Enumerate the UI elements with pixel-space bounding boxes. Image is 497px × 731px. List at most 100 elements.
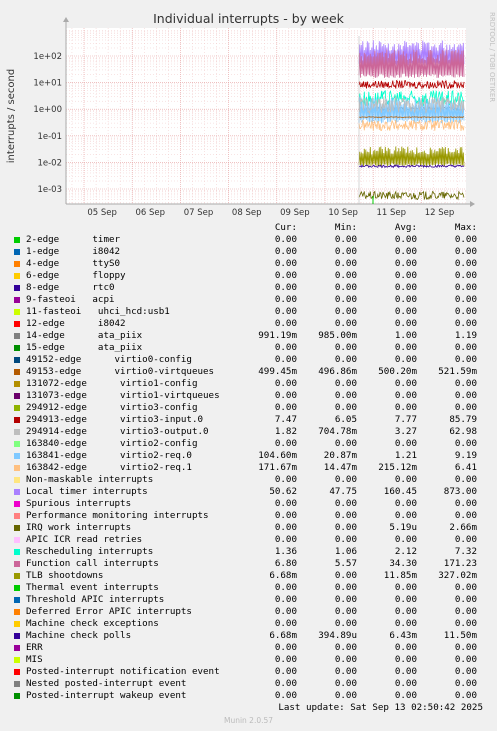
- legend-swatch: [14, 609, 20, 615]
- legend-series-name: 131073-edge virtio1-virtqueues: [26, 390, 220, 401]
- legend-series-name: Rescheduling interrupts: [26, 546, 154, 557]
- legend-series-name: IRQ work interrupts: [26, 522, 132, 533]
- legend-value-max: 6.41: [454, 462, 477, 473]
- legend-value-max: 0.00: [454, 666, 477, 677]
- legend-series-name: 2-edge timer: [26, 234, 121, 245]
- legend-value-max: 0.00: [454, 378, 477, 389]
- legend-series-name: Machine check exceptions: [26, 618, 159, 629]
- legend-value-max: 7.32: [454, 546, 477, 557]
- y-tick-label: 1e-03: [37, 185, 62, 195]
- legend-value-max: 873.00: [443, 486, 477, 497]
- legend-value-max: 1.19: [454, 330, 477, 341]
- legend-swatch: [14, 405, 20, 411]
- y-tick-label: 1e+02: [33, 52, 62, 62]
- legend-swatch: [14, 537, 20, 543]
- legend-swatch: [14, 381, 20, 387]
- x-tick-label: 07 Sep: [184, 208, 214, 218]
- legend-series-name: 49152-edge virtio0-config: [26, 354, 192, 365]
- legend-value-max: 0.00: [454, 234, 477, 245]
- legend-swatch: [14, 429, 20, 435]
- legend-value-max: 0.00: [454, 474, 477, 485]
- legend-series-name: 131072-edge virtio1-config: [26, 378, 198, 389]
- legend-row: 11-fasteoi uhci_hcd:usb1 0.00 0.00 0.00 0.00: [0, 306, 497, 318]
- x-tick-label: 05 Sep: [87, 208, 117, 218]
- legend-row: Deferred Error APIC interrupts 0.00 0.00 0.…: [0, 606, 497, 618]
- legend-row: 131072-edge virtio1-config 0.00 0.00 0.00 0.…: [0, 378, 497, 390]
- legend-swatch: [14, 693, 20, 699]
- legend-series-name: 294913-edge virtio3-input.0: [26, 414, 204, 425]
- last-update: Last update: Sat Sep 13 02:50:42 2025: [278, 702, 483, 713]
- x-tick-label: 08 Sep: [232, 208, 262, 218]
- legend-value-max: 85.79: [449, 414, 477, 425]
- legend-swatch: [14, 333, 20, 339]
- legend-swatch: [14, 321, 20, 327]
- legend-value-max: 0.00: [454, 318, 477, 329]
- legend-value-max: 521.59m: [438, 366, 477, 377]
- legend-swatch: [14, 657, 20, 663]
- legend-row: TLB shootdowns 6.68m 0.00 11.85m 327.02m: [0, 570, 497, 582]
- legend-series-name: 11-fasteoi uhci_hcd:usb1: [26, 306, 170, 317]
- legend-value-max: 171.23: [443, 558, 477, 569]
- legend-swatch: [14, 585, 20, 591]
- legend-value-max: 62.98: [449, 426, 477, 437]
- legend-row: Posted-interrupt wakeup event 0.00 0.00 0.0…: [0, 690, 497, 702]
- legend-swatch: [14, 261, 20, 267]
- legend-swatch: [14, 477, 20, 483]
- legend-series-name: 163842-edge virtio2-req.1: [26, 462, 192, 473]
- legend-series-name: 1-edge i8042: [26, 246, 121, 257]
- legend-swatch: [14, 309, 20, 315]
- legend-row: 163840-edge virtio2-config 0.00 0.00 0.00 0.…: [0, 438, 497, 450]
- x-tick-label: 11 Sep: [377, 208, 407, 218]
- legend-value-max: 0.00: [454, 510, 477, 521]
- legend-swatch: [14, 393, 20, 399]
- legend-row: 131073-edge virtio1-virtqueues 0.00 0.00 0.…: [0, 390, 497, 402]
- legend-swatch: [14, 561, 20, 567]
- x-tick-label: 12 Sep: [425, 208, 455, 218]
- y-tick-label: 1e-02: [37, 158, 62, 168]
- legend-series-name: Thermal event interrupts: [26, 582, 159, 593]
- legend-series-name: 49153-edge virtio0-virtqueues: [26, 366, 215, 377]
- legend-value-max: 0.00: [454, 642, 477, 653]
- legend-row: 163841-edge virtio2-req.0 104.60m 20.87m 1.…: [0, 450, 497, 462]
- legend-value-max: 0.00: [454, 438, 477, 449]
- legend-value-max: 0.00: [454, 498, 477, 509]
- legend-value-max: 0.00: [454, 654, 477, 665]
- legend-value-max: 0.00: [454, 282, 477, 293]
- legend-value-max: 0.00: [454, 306, 477, 317]
- legend-row: 1-edge i8042 0.00 0.00 0.00 0.00: [0, 246, 497, 258]
- legend-row: 8-edge rtc0 0.00 0.00 0.00 0.00: [0, 282, 497, 294]
- legend-row: Machine check exceptions 0.00 0.00 0.00 0.00: [0, 618, 497, 630]
- legend-swatch: [14, 441, 20, 447]
- legend-row: Threshold APIC interrupts 0.00 0.00 0.00 0.0…: [0, 594, 497, 606]
- x-tick-label: 10 Sep: [328, 208, 358, 218]
- chart-area: 1e-03 1e-02 1e-01 1e+00 1e+01 1e+02 05 Sep 06 S…: [6, 17, 475, 218]
- legend-swatch: [14, 417, 20, 423]
- legend-row: Performance monitoring interrupts 0.00 0.0…: [0, 510, 497, 522]
- legend-value-max: 0.00: [454, 606, 477, 617]
- legend-row: 15-edge ata_piix 0.00 0.00 0.00 0.00: [0, 342, 497, 354]
- legend-series-name: 4-edge ttyS0: [26, 258, 121, 269]
- legend-row: 12-edge i8042 0.00 0.00 0.00 0.00: [0, 318, 497, 330]
- legend-series-name: 14-edge ata_piix: [26, 330, 143, 341]
- legend-series-name: Posted-interrupt wakeup event: [26, 690, 187, 701]
- legend-series-name: 15-edge ata_piix: [26, 342, 143, 353]
- legend-swatch: [14, 489, 20, 495]
- legend-series-name: 9-fasteoi acpi: [26, 294, 115, 305]
- legend-value-max: 0.00: [454, 342, 477, 353]
- legend-row: 49153-edge virtio0-virtqueues 499.45m 496.…: [0, 366, 497, 378]
- legend-swatch: [14, 357, 20, 363]
- legend-row: IRQ work interrupts 0.00 0.00 5.19u 2.66m: [0, 522, 497, 534]
- legend-swatch: [14, 645, 20, 651]
- legend-value-max: 2.66m: [449, 522, 477, 533]
- legend-row: Nested posted-interrupt event 0.00 0.00 0.0…: [0, 678, 497, 690]
- legend-series-name: 6-edge floppy: [26, 270, 126, 281]
- legend-swatch: [14, 549, 20, 555]
- legend-swatch: [14, 369, 20, 375]
- legend-value-max: 327.02m: [438, 570, 477, 581]
- legend-series-name: Nested posted-interrupt event: [26, 678, 187, 689]
- legend-series-name: 8-edge rtc0: [26, 282, 115, 293]
- legend-row: 294913-edge virtio3-input.0 7.47 6.05 7.77 8…: [0, 414, 497, 426]
- legend-row: Function call interrupts 6.80 5.57 34.30 171…: [0, 558, 497, 570]
- legend-series-name: ERR: [26, 642, 43, 653]
- legend-value-max: 0.00: [454, 534, 477, 545]
